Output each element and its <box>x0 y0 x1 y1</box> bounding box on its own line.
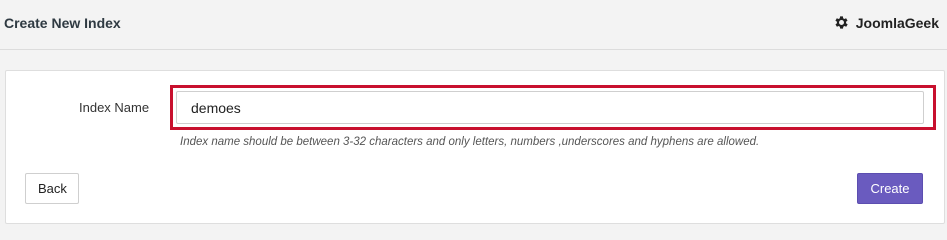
page-header: Create New Index JoomlaGeek <box>0 0 947 50</box>
brand-link[interactable]: JoomlaGeek <box>833 14 939 31</box>
brand-name: JoomlaGeek <box>855 14 939 31</box>
index-name-help-text: Index name should be between 3-32 charac… <box>180 136 760 148</box>
create-button[interactable]: Create <box>857 173 923 204</box>
back-button[interactable]: Back <box>25 173 79 204</box>
gear-icon <box>833 14 850 31</box>
index-name-label: Index Name <box>79 100 150 115</box>
index-name-input[interactable] <box>176 91 924 124</box>
page-title: Create New Index <box>4 15 121 31</box>
create-index-form: Index Name Index name should be between … <box>5 70 945 224</box>
